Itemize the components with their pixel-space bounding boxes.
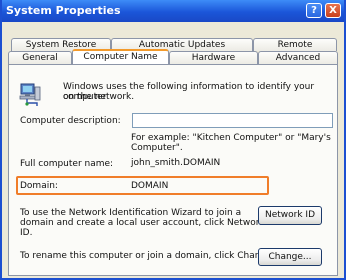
- change-button[interactable]: Change...: [258, 248, 322, 266]
- rename-text: To rename this computer or join a domain…: [20, 251, 275, 261]
- help-button[interactable]: ?: [306, 3, 322, 18]
- tab-remote[interactable]: Remote: [253, 38, 337, 51]
- network-id-text-line1: To use the Network Identification Wizard…: [20, 208, 242, 218]
- close-icon: X: [329, 5, 337, 16]
- full-computer-name-label: Full computer name:: [20, 159, 114, 169]
- intro-text-line2: on the network.: [63, 92, 135, 102]
- full-computer-name-value: john_smith.DOMAIN: [131, 158, 221, 168]
- network-id-button[interactable]: Network ID: [258, 206, 322, 225]
- tab-advanced[interactable]: Advanced: [258, 51, 338, 64]
- computer-description-input[interactable]: [132, 113, 333, 128]
- network-id-text-line3: ID.: [20, 228, 33, 238]
- tab-hardware[interactable]: Hardware: [169, 51, 258, 64]
- close-button[interactable]: X: [325, 3, 341, 18]
- tab-general[interactable]: General: [8, 51, 72, 64]
- tab-computer-name[interactable]: Computer Name: [72, 49, 169, 64]
- help-icon: ?: [311, 5, 317, 16]
- domain-label: Domain:: [20, 181, 58, 191]
- domain-value: DOMAIN: [131, 181, 169, 191]
- example-text-line2: Computer".: [131, 143, 183, 153]
- example-text-line1: For example: "Kitchen Computer" or "Mary…: [131, 133, 331, 143]
- network-id-text-line2: domain and create a local user account, …: [20, 218, 265, 228]
- title-bar[interactable]: System Properties ? X: [2, 0, 344, 22]
- computer-description-label: Computer description:: [20, 116, 121, 126]
- window-title: System Properties: [6, 4, 121, 17]
- computer-network-icon: [19, 83, 41, 106]
- system-properties-window: System Properties ? X System Restore Aut…: [0, 0, 346, 280]
